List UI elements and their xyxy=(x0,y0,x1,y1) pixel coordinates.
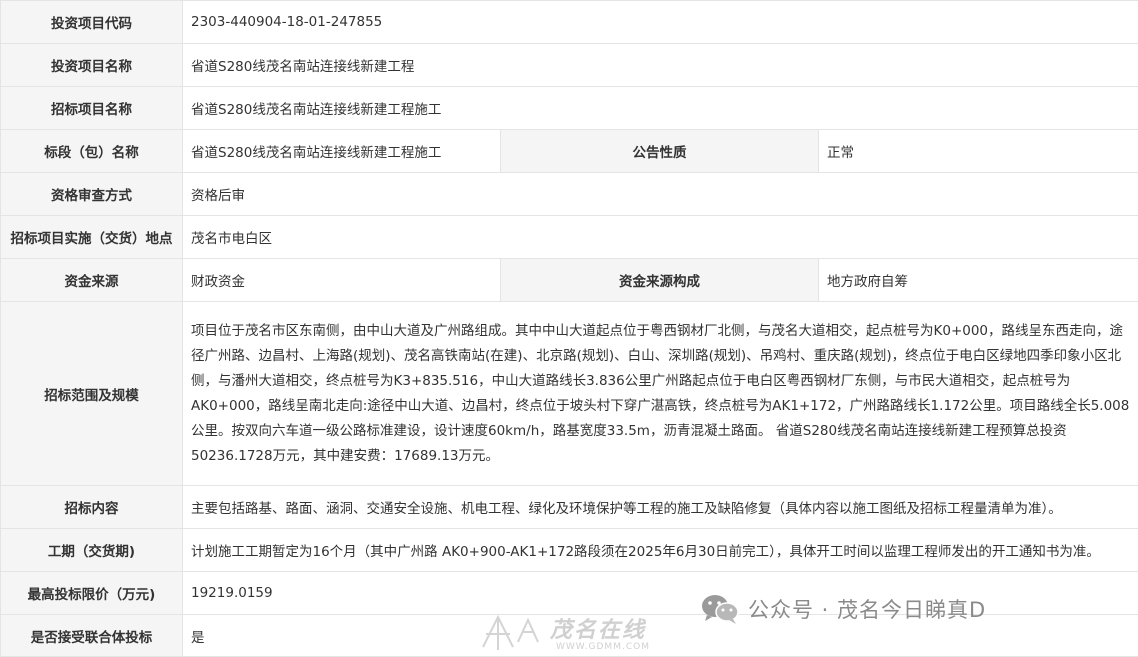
label-section-name: 标段（包）名称 xyxy=(0,129,183,173)
value-max-price: 19219.0159 xyxy=(181,571,1138,615)
value-scope: 项目位于茂名市区东南侧，由中山大道及广州路组成。其中中山大道起点位于粤西钢材厂北… xyxy=(181,301,1138,486)
label-content: 招标内容 xyxy=(0,485,183,529)
label-project-name: 投资项目名称 xyxy=(0,43,183,87)
row-fund: 资金来源 财政资金 资金来源构成 地方政府自筹 xyxy=(0,258,1138,302)
row-section: 标段（包）名称 省道S280线茂名南站连接线新建工程施工 公告性质 正常 xyxy=(0,129,1138,173)
value-period: 计划施工工期暂定为16个月（其中广州路 AK0+900-AK1+172路段须在2… xyxy=(181,528,1138,572)
value-consortium: 是 xyxy=(181,614,1138,657)
row-period: 工期（交货期) 计划施工工期暂定为16个月（其中广州路 AK0+900-AK1+… xyxy=(0,528,1138,572)
row-max-price: 最高投标限价（万元) 19219.0159 xyxy=(0,571,1138,615)
row-qualification: 资格审查方式 资格后审 xyxy=(0,172,1138,216)
label-tender-name: 招标项目名称 xyxy=(0,86,183,130)
row-tender-name: 招标项目名称 省道S280线茂名南站连接线新建工程施工 xyxy=(0,86,1138,130)
label-project-code: 投资项目代码 xyxy=(0,0,183,44)
value-project-name: 省道S280线茂名南站连接线新建工程 xyxy=(181,43,1138,87)
row-consortium: 是否接受联合体投标 是 xyxy=(0,614,1138,657)
value-content: 主要包括路基、路面、涵洞、交通安全设施、机电工程、绿化及环境保护等工程的施工及缺… xyxy=(181,485,1138,529)
label-fund-source: 资金来源 xyxy=(0,258,183,302)
value-fund-source: 财政资金 xyxy=(182,258,501,302)
value-notice-type: 正常 xyxy=(817,129,1138,173)
label-notice-type: 公告性质 xyxy=(500,129,819,173)
label-qualification: 资格审查方式 xyxy=(0,172,183,216)
label-consortium: 是否接受联合体投标 xyxy=(0,614,183,657)
label-max-price: 最高投标限价（万元) xyxy=(0,571,183,615)
row-project-name: 投资项目名称 省道S280线茂名南站连接线新建工程 xyxy=(0,43,1138,87)
value-tender-name: 省道S280线茂名南站连接线新建工程施工 xyxy=(181,86,1138,130)
label-period: 工期（交货期) xyxy=(0,528,183,572)
value-fund-composition: 地方政府自筹 xyxy=(817,258,1138,302)
value-section-name: 省道S280线茂名南站连接线新建工程施工 xyxy=(182,129,501,173)
value-project-code: 2303-440904-18-01-247855 xyxy=(181,0,1138,44)
tender-info-table: 投资项目代码 2303-440904-18-01-247855 投资项目名称 省… xyxy=(0,0,1138,657)
row-scope: 招标范围及规模 项目位于茂名市区东南侧，由中山大道及广州路组成。其中中山大道起点… xyxy=(0,301,1138,486)
row-content: 招标内容 主要包括路基、路面、涵洞、交通安全设施、机电工程、绿化及环境保护等工程… xyxy=(0,485,1138,529)
label-fund-composition: 资金来源构成 xyxy=(500,258,819,302)
label-scope: 招标范围及规模 xyxy=(0,301,183,486)
row-location: 招标项目实施（交货）地点 茂名市电白区 xyxy=(0,215,1138,259)
value-qualification: 资格后审 xyxy=(181,172,1138,216)
value-location: 茂名市电白区 xyxy=(181,215,1138,259)
row-project-code: 投资项目代码 2303-440904-18-01-247855 xyxy=(0,0,1138,44)
label-location: 招标项目实施（交货）地点 xyxy=(0,215,183,259)
